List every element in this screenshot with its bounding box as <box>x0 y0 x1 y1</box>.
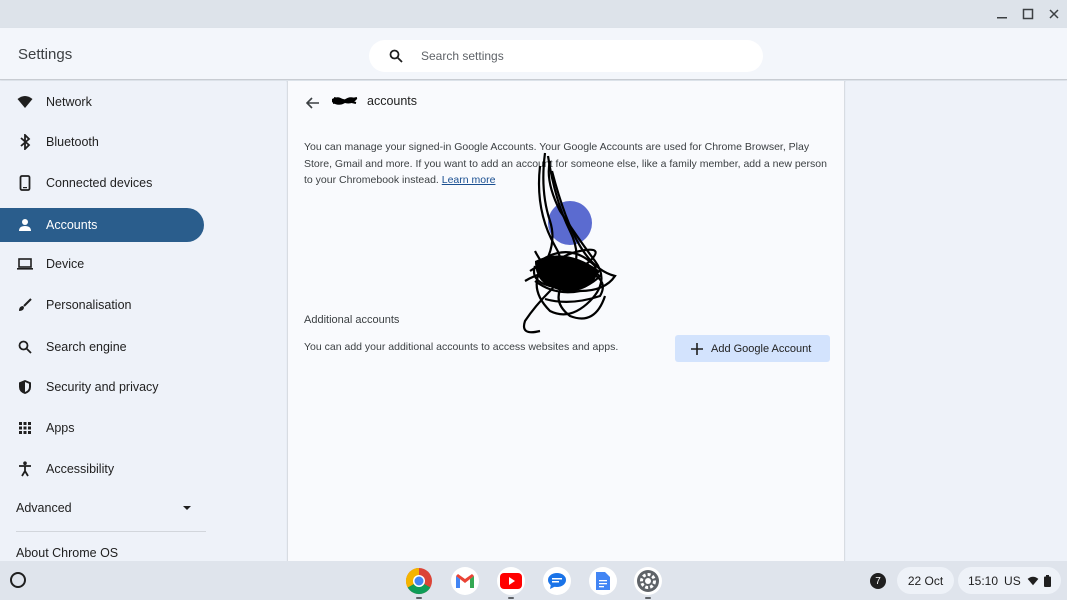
sidebar: Network Bluetooth Connected devices Acco… <box>0 81 286 561</box>
phone-icon <box>16 174 34 192</box>
youtube-icon[interactable] <box>497 567 525 599</box>
chrome-icon[interactable] <box>405 567 433 599</box>
sidebar-item-network[interactable]: Network <box>0 85 204 119</box>
sidebar-item-label: Personalisation <box>46 298 132 312</box>
person-icon <box>16 216 34 234</box>
shield-icon <box>16 378 34 396</box>
locale-label: US <box>1004 573 1021 588</box>
running-indicator <box>508 597 514 599</box>
sidebar-item-bluetooth[interactable]: Bluetooth <box>0 125 204 159</box>
sidebar-item-label: Apps <box>46 421 75 435</box>
laptop-icon <box>16 255 34 273</box>
status-tray[interactable]: 15:10 US <box>958 567 1061 594</box>
accounts-panel: accounts You can manage your signed-in G… <box>287 81 845 561</box>
grid-icon <box>16 419 34 437</box>
messages-icon[interactable] <box>543 567 571 595</box>
sidebar-item-label: Bluetooth <box>46 135 99 149</box>
sidebar-item-label: Network <box>46 95 92 109</box>
redaction-scribble <box>522 152 617 334</box>
additional-accounts-description: You can add your additional accounts to … <box>304 341 619 353</box>
right-background <box>846 81 1067 561</box>
sidebar-item-accessibility[interactable]: Accessibility <box>0 452 204 486</box>
running-indicator <box>645 597 651 599</box>
search-icon <box>389 49 403 63</box>
notification-badge[interactable]: 7 <box>870 573 886 589</box>
sidebar-item-personalisation[interactable]: Personalisation <box>0 288 204 322</box>
settings-header: Settings <box>0 28 1067 80</box>
sidebar-item-device[interactable]: Device <box>0 247 204 281</box>
page-title: accounts <box>367 94 418 108</box>
about-chrome-os-link[interactable]: About Chrome OS <box>16 546 118 560</box>
sidebar-item-label: Connected devices <box>46 176 153 190</box>
sidebar-item-search-engine[interactable]: Search engine <box>0 330 204 364</box>
add-button-label: Add Google Account <box>711 342 812 355</box>
accessibility-icon <box>16 460 34 478</box>
search-icon <box>16 338 34 356</box>
sidebar-item-label: Accessibility <box>46 462 115 476</box>
sidebar-item-security-and-privacy[interactable]: Security and privacy <box>0 370 204 404</box>
sidebar-item-accounts[interactable]: Accounts <box>0 208 204 242</box>
docs-icon[interactable] <box>589 567 617 595</box>
redaction-scribble <box>332 97 358 105</box>
search-input[interactable] <box>421 49 741 63</box>
wifi-icon <box>16 93 34 111</box>
sidebar-item-label: Security and privacy <box>46 380 159 394</box>
brush-icon <box>16 296 34 314</box>
settings-icon[interactable] <box>634 567 662 599</box>
sidebar-item-label: Search engine <box>46 340 127 354</box>
caret-down-icon <box>183 506 191 510</box>
additional-accounts-title: Additional accounts <box>304 314 400 326</box>
battery-icon <box>1043 574 1051 587</box>
app-title: Settings <box>18 46 73 63</box>
gmail-icon[interactable] <box>451 567 479 595</box>
bluetooth-icon <box>16 133 34 151</box>
add-google-account-button[interactable]: Add Google Account <box>675 335 830 362</box>
plus-icon <box>691 342 703 355</box>
time-label: 15:10 <box>968 573 999 588</box>
date-label: 22 Oct <box>907 573 944 588</box>
sidebar-item-label: Device <box>46 257 85 271</box>
minimize-icon[interactable] <box>993 5 1011 23</box>
shelf: 7 22 Oct 15:10 US <box>0 561 1067 600</box>
learn-more-link[interactable]: Learn more <box>442 174 496 186</box>
close-icon[interactable] <box>1045 5 1063 23</box>
wifi-icon <box>1027 576 1039 585</box>
launcher-icon[interactable] <box>10 572 26 588</box>
window-titlebar <box>0 0 1067 28</box>
advanced-label: Advanced <box>16 501 72 515</box>
back-arrow-icon[interactable] <box>304 94 322 112</box>
running-indicator <box>416 597 422 599</box>
maximize-icon[interactable] <box>1019 5 1037 23</box>
search-box[interactable] <box>369 40 763 72</box>
sidebar-item-connected-devices[interactable]: Connected devices <box>0 166 204 200</box>
date-tray[interactable]: 22 Oct <box>897 567 954 594</box>
sidebar-item-apps[interactable]: Apps <box>0 411 204 445</box>
advanced-toggle[interactable]: Advanced <box>16 501 192 515</box>
sidebar-item-label: Accounts <box>46 218 98 232</box>
sidebar-divider <box>16 531 206 532</box>
